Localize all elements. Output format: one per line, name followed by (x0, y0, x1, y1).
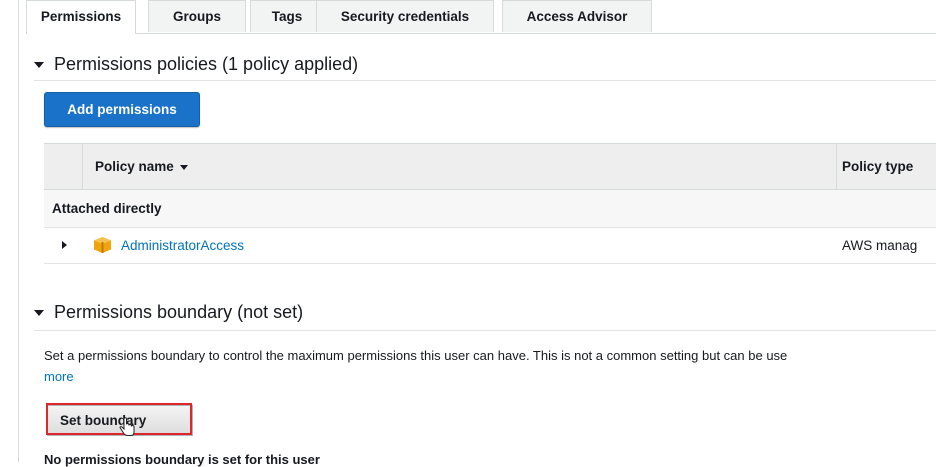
permissions-policies-header[interactable]: Permissions policies (1 policy applied) (34, 54, 358, 75)
column-header-policy-type[interactable]: Policy type (842, 144, 913, 190)
column-header-policy-name[interactable]: Policy name (95, 144, 188, 190)
boundary-status-text: No permissions boundary is set for this … (44, 452, 320, 467)
add-permissions-button[interactable]: Add permissions (44, 92, 200, 127)
boundary-description: Set a permissions boundary to control th… (44, 348, 788, 363)
chevron-down-icon (34, 309, 44, 316)
learn-more-link[interactable]: more (44, 366, 74, 388)
tab-access-advisor[interactable]: Access Advisor (502, 0, 652, 32)
column-label: Policy name (95, 159, 174, 174)
column-separator (836, 144, 837, 190)
group-row-attached-directly: Attached directly (44, 190, 936, 228)
section-title: Permissions policies (1 policy applied) (54, 54, 359, 74)
aws-managed-policy-icon (94, 237, 111, 253)
table-row: AdministratorAccess AWS manag (44, 228, 936, 264)
divider (34, 330, 936, 331)
table-header: Policy name Policy type (44, 143, 936, 190)
tab-tags[interactable]: Tags (250, 0, 324, 32)
hand-pointer-icon (119, 417, 135, 436)
column-separator (82, 144, 83, 190)
tab-groups[interactable]: Groups (148, 0, 246, 32)
tab-security-credentials[interactable]: Security credentials (316, 0, 494, 32)
divider (34, 80, 936, 81)
chevron-down-icon (34, 61, 44, 68)
tab-bar: Permissions Groups Tags Security credent… (26, 0, 936, 34)
policy-type-cell: AWS manag (842, 238, 918, 253)
policy-link-administratoraccess[interactable]: AdministratorAccess (121, 228, 244, 264)
sort-down-icon (179, 164, 188, 170)
permissions-boundary-header[interactable]: Permissions boundary (not set) (34, 302, 303, 323)
tab-permissions[interactable]: Permissions (26, 0, 136, 34)
panel-left-border (18, 0, 19, 462)
expand-row-icon[interactable] (62, 241, 67, 249)
section-title: Permissions boundary (not set) (54, 302, 304, 322)
